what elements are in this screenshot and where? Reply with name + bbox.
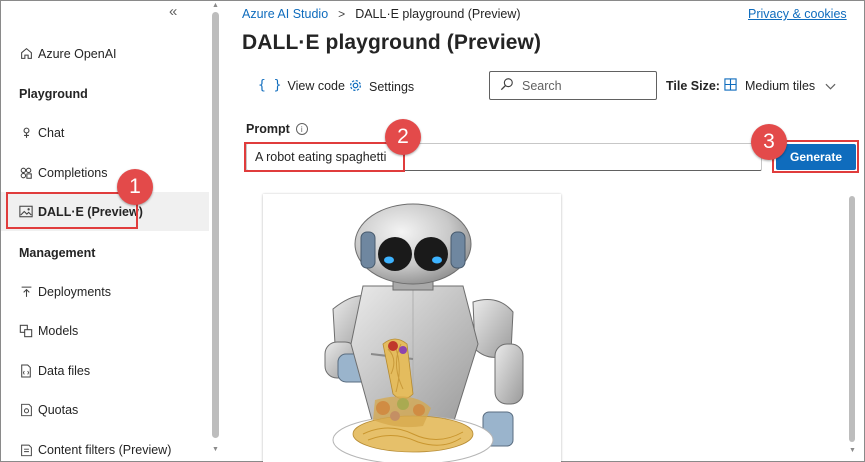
deployments-icon — [18, 284, 34, 300]
sidebar: « Azure OpenAI Playground Chat Completio… — [1, 1, 210, 461]
sidebar-item-data-files[interactable]: Data files — [1, 351, 209, 390]
breadcrumb: Azure AI Studio > DALL·E playground (Pre… — [242, 7, 521, 21]
view-code-button[interactable]: { } View code — [258, 78, 345, 93]
grid-icon — [724, 78, 737, 94]
sidebar-item-label: Data files — [38, 363, 91, 378]
gear-icon — [348, 78, 363, 96]
prompt-label: Prompt i — [246, 122, 308, 136]
robot-eating-spaghetti-image — [324, 203, 524, 462]
sidebar-scrollbar-thumb[interactable] — [212, 12, 219, 438]
sidebar-scroll-down-arrow[interactable]: ▼ — [212, 446, 219, 453]
sidebar-item-label: Models — [38, 323, 79, 338]
data-files-icon — [18, 363, 34, 379]
sidebar-item-dalle[interactable]: DALL·E (Preview) — [1, 192, 209, 231]
quotas-icon — [18, 402, 34, 418]
prompt-input[interactable] — [246, 143, 762, 171]
tile-size-value: Medium tiles — [745, 79, 816, 93]
prompt-label-text: Prompt — [246, 122, 290, 136]
search-box — [489, 71, 657, 100]
sidebar-item-label: Quotas — [38, 402, 79, 417]
generated-image-tile[interactable] — [263, 194, 561, 462]
playground-heading: Playground — [19, 87, 88, 101]
image-icon — [18, 204, 34, 220]
info-icon[interactable]: i — [295, 123, 308, 135]
settings-label: Settings — [369, 80, 415, 94]
home-icon — [18, 46, 34, 62]
main-scrollbar-thumb[interactable] — [849, 196, 855, 442]
breadcrumb-current: DALL·E playground (Preview) — [355, 7, 521, 21]
generate-button[interactable]: Generate — [776, 144, 856, 170]
chevron-down-icon — [825, 79, 836, 93]
sidebar-item-label: DALL·E (Preview) — [38, 204, 143, 219]
sidebar-item-azure-openai[interactable]: Azure OpenAI — [1, 34, 209, 73]
search-input[interactable] — [522, 78, 642, 93]
sidebar-item-label: Azure OpenAI — [38, 46, 117, 61]
main-scroll-down-arrow[interactable]: ▼ — [849, 447, 856, 454]
sidebar-item-deployments[interactable]: Deployments — [1, 272, 209, 311]
page-title: DALL·E playground (Preview) — [242, 31, 542, 54]
management-heading: Management — [19, 246, 96, 260]
shield-icon — [18, 442, 34, 458]
chevron-right-icon: > — [338, 7, 346, 21]
sidebar-item-completions[interactable]: Completions — [1, 153, 209, 192]
sidebar-scroll-up-arrow[interactable]: ▲ — [212, 2, 219, 9]
completions-icon — [18, 165, 34, 181]
collapse-sidebar-button[interactable]: « — [169, 3, 177, 20]
sidebar-item-label: Chat — [38, 125, 65, 140]
sidebar-item-label: Completions — [38, 165, 108, 180]
tile-size-dropdown[interactable]: Medium tiles — [724, 78, 836, 94]
sidebar-item-content-filters[interactable]: Content filters (Preview) — [1, 430, 209, 462]
sidebar-item-models[interactable]: Models — [1, 311, 209, 350]
privacy-cookies-link[interactable]: Privacy & cookies — [748, 7, 847, 21]
models-icon — [18, 323, 34, 339]
breadcrumb-root-link[interactable]: Azure AI Studio — [242, 7, 328, 21]
tile-size-label: Tile Size: — [666, 79, 720, 93]
sidebar-item-label: Content filters (Preview) — [38, 442, 172, 457]
sidebar-item-chat[interactable]: Chat — [1, 113, 209, 152]
search-icon — [500, 77, 514, 94]
settings-button[interactable]: Settings — [348, 78, 414, 96]
code-braces-icon: { } — [258, 78, 282, 93]
sidebar-item-quotas[interactable]: Quotas — [1, 390, 209, 429]
sidebar-item-label: Deployments — [38, 284, 111, 299]
chat-icon — [18, 125, 34, 141]
view-code-label: View code — [287, 78, 345, 93]
